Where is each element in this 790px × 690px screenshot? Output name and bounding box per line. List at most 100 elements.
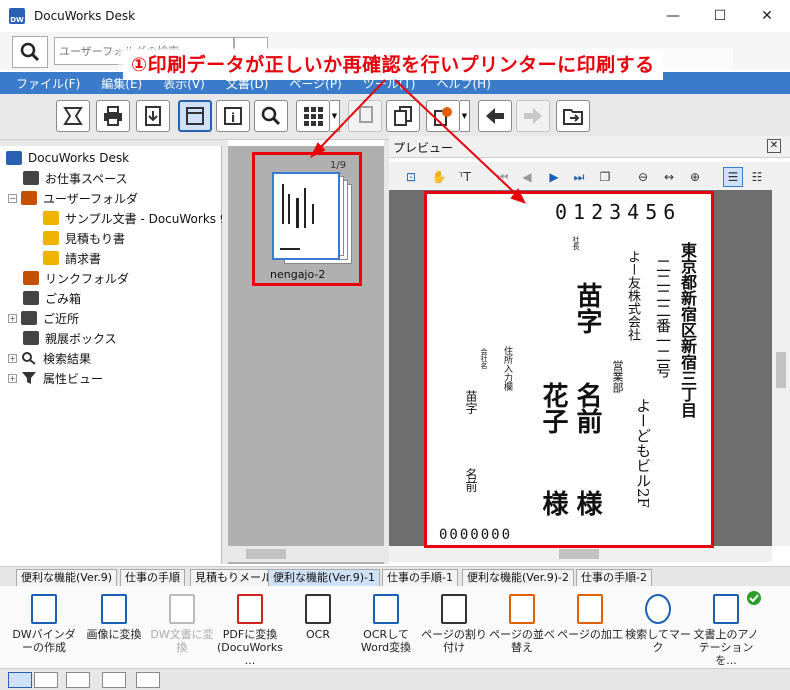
convert-image-button[interactable]: 画像に変換 (78, 590, 150, 666)
fit-width-icon[interactable]: ↔ (659, 167, 679, 187)
binder-icon (31, 594, 57, 624)
single-page-icon[interactable]: ☰ (723, 167, 743, 187)
convert-button[interactable] (426, 100, 460, 132)
info-icon: i (224, 107, 242, 125)
sender-given-name: 名前 (464, 468, 478, 492)
horizontal-scrollbar[interactable] (389, 546, 772, 562)
pages-button[interactable] (386, 100, 420, 132)
confidential-box-icon (23, 331, 39, 345)
fit-page-icon[interactable]: ⊡ (401, 167, 421, 187)
tree-item-sample-docs[interactable]: サンプル文書 - DocuWorks 9 (43, 208, 227, 228)
last-page-icon[interactable]: ⏭ (569, 167, 589, 187)
convert-pdf-button[interactable]: PDFに変換(DocuWorks ... (214, 590, 286, 667)
tree-root[interactable]: DocuWorks Desk (6, 148, 129, 168)
next-page-icon[interactable]: ▶ (544, 167, 564, 187)
search-toolbar-button[interactable] (254, 100, 288, 132)
scrollbar-thumb[interactable] (776, 352, 786, 388)
status-bar (0, 668, 790, 690)
tree-item-confidential[interactable]: 親展ボックス (23, 328, 117, 348)
expand-toggle[interactable]: + (8, 313, 17, 323)
view-desk-button[interactable] (178, 100, 212, 132)
tab-work-procedure-2[interactable]: 仕事の手順-2 (576, 569, 652, 587)
maximize-button[interactable]: ☐ (697, 0, 743, 32)
search-mark-button[interactable]: 検索してマーク (622, 590, 694, 666)
tab-useful-v9[interactable]: 便利な機能(Ver.9) (16, 569, 118, 587)
convert-dropdown[interactable]: ▼ (460, 100, 470, 132)
docx-icon (373, 594, 399, 624)
page-sort-button[interactable]: ページの並べ替え (486, 590, 558, 666)
export-button[interactable] (136, 100, 170, 132)
ocr-word-button[interactable]: OCRしてWord変換 (350, 590, 422, 666)
tab-estimate-mail[interactable]: 見積もりメール (190, 569, 277, 587)
menu-file[interactable]: ファイル(F) (16, 75, 80, 92)
split-view-button[interactable] (102, 672, 126, 688)
tree-item-estimate[interactable]: 見積もり書 (43, 228, 125, 248)
tree-item-label: 検索結果 (43, 351, 92, 366)
info-button[interactable]: i (216, 100, 250, 132)
first-page-icon[interactable]: ⏮ (493, 167, 513, 187)
collapse-toggle[interactable]: − (8, 193, 17, 203)
docuworks-desk-icon (6, 151, 22, 165)
recipient-company: よー友株式会社 (625, 250, 640, 341)
recipient-given-name: 名前 (572, 382, 602, 434)
recipient-honorific: 様 (572, 490, 602, 516)
create-binder-button[interactable]: DWバインダーの作成 (8, 590, 80, 666)
print-button[interactable] (96, 100, 130, 132)
scan-button[interactable] (56, 100, 90, 132)
zoom-out-icon[interactable]: ⊖ (633, 167, 653, 187)
tree-item-label: ごみ箱 (45, 291, 82, 306)
expand-toggle[interactable]: + (8, 373, 17, 383)
tab-work-procedure-1[interactable]: 仕事の手順-1 (382, 569, 458, 587)
toolbar: i ▼ ▼ (0, 94, 790, 140)
page-layout-button[interactable]: ページの割り付け (418, 590, 490, 666)
minimize-button[interactable]: — (650, 0, 696, 32)
copy-button[interactable] (348, 100, 382, 132)
ocr-icon (305, 594, 331, 624)
list-view-button[interactable] (34, 672, 58, 688)
neighborhood-icon (21, 311, 37, 325)
tab-useful-v9-1[interactable]: 便利な機能(Ver.9)-1 (268, 569, 380, 587)
page-edit-icon (577, 594, 603, 624)
search-icon (261, 106, 281, 126)
svg-text:i: i (231, 111, 235, 125)
tree-item-link-folder[interactable]: リンクフォルダ (23, 268, 129, 288)
text-tool-icon[interactable]: ᵀT (455, 167, 475, 187)
detail-view-button[interactable] (66, 672, 90, 688)
convert-icon (434, 107, 452, 126)
ocr-button[interactable]: OCR (282, 590, 354, 666)
vertical-scrollbar[interactable] (772, 190, 790, 546)
search-button[interactable] (12, 36, 48, 68)
tree-item-search-results[interactable]: + 検索結果 (8, 348, 91, 368)
thumbnail-view-button[interactable] (8, 672, 32, 688)
preview-close-button[interactable]: ✕ (767, 139, 781, 153)
sender-address: 住所入力欄 (502, 346, 512, 391)
grid-view-button[interactable] (296, 100, 330, 132)
close-button[interactable]: ✕ (744, 0, 790, 32)
hand-tool-icon[interactable]: ✋ (429, 167, 449, 187)
tree-item-attribute-view[interactable]: + 属性ビュー (8, 368, 103, 388)
scrollbar-thumb[interactable] (559, 549, 599, 559)
tree-item-user-folder[interactable]: − ユーザーフォルダ (8, 188, 138, 208)
scrollbar-thumb[interactable] (246, 549, 286, 559)
tree-item-invoice[interactable]: 請求書 (43, 248, 101, 268)
tree-item-trash[interactable]: ごみ箱 (23, 288, 81, 308)
tab-useful-v9-2[interactable]: 便利な機能(Ver.9)-2 (462, 569, 574, 587)
tree-item-neighborhood[interactable]: + ご近所 (8, 308, 79, 328)
recipient-address-line2: 二二二二番一二号 (654, 258, 672, 378)
tab-work-procedure[interactable]: 仕事の手順 (120, 569, 185, 587)
grid-view-dropdown[interactable]: ▼ (330, 100, 340, 132)
convert-dw-button[interactable]: DW文書に変換 (146, 590, 218, 666)
tray-view-button[interactable] (136, 672, 160, 688)
horizontal-scrollbar[interactable] (228, 546, 384, 562)
back-button[interactable] (478, 100, 512, 132)
tree-item-label: 見積もり書 (65, 231, 126, 246)
expand-toggle[interactable]: + (8, 353, 17, 363)
pages-view-icon[interactable]: ❐ (595, 167, 615, 187)
folder-button[interactable] (556, 100, 590, 132)
page-edit-button[interactable]: ページの加工 (554, 590, 626, 666)
tree-item-workspace[interactable]: お仕事スペース (23, 168, 128, 188)
zoom-in-icon[interactable]: ⊕ (685, 167, 705, 187)
prev-page-icon[interactable]: ◀ (517, 167, 537, 187)
continuous-page-icon[interactable]: ☷ (747, 167, 767, 187)
forward-button[interactable] (516, 100, 550, 132)
